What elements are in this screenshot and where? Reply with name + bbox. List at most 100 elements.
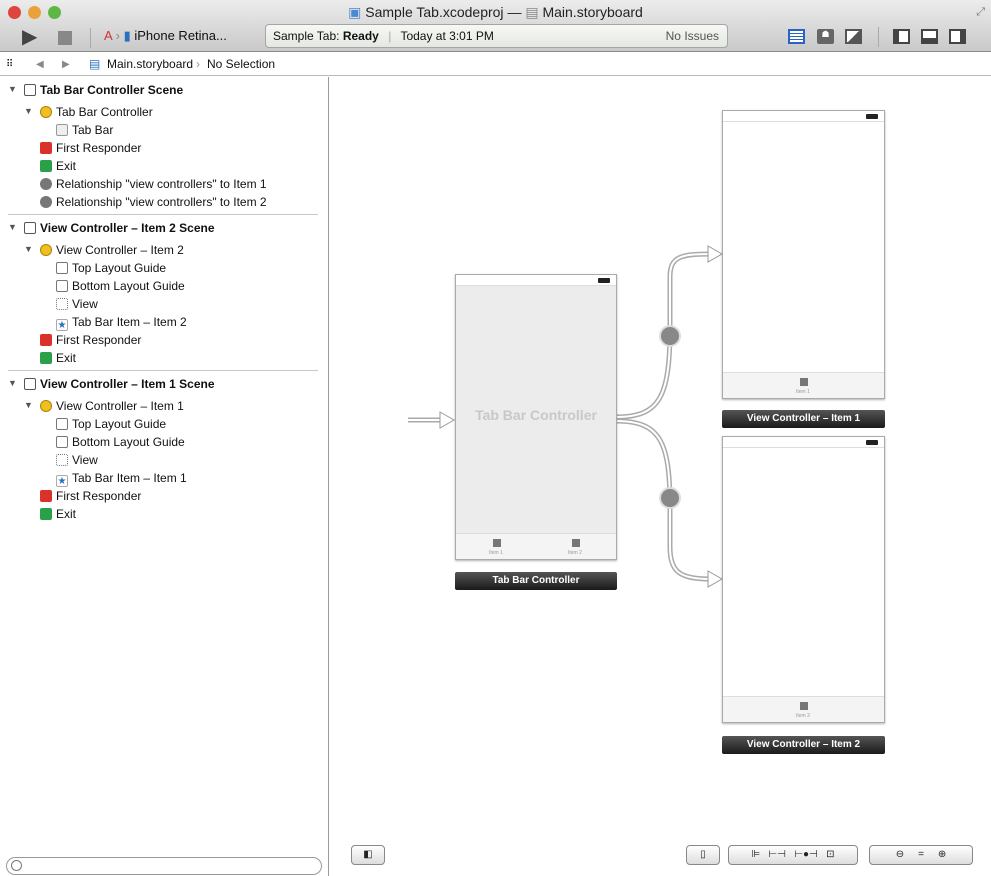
tab-item-label: Item 1 (796, 389, 810, 395)
scene-title: Tab Bar Controller (475, 407, 597, 423)
outline-item-label: Relationship "view controllers" to Item … (56, 177, 267, 191)
segue-connections (408, 245, 724, 588)
outline-item-view[interactable]: View (56, 295, 98, 313)
outline-item-view[interactable]: View (56, 451, 98, 469)
outline-item-responder[interactable]: First Responder (40, 487, 141, 505)
zoom-out-icon[interactable]: ⊖ (896, 849, 904, 860)
navigator-toggle-icon[interactable] (893, 29, 910, 44)
outline-item-controller[interactable]: View Controller – Item 2 (40, 241, 184, 259)
disclosure-triangle[interactable]: ▼ (8, 222, 17, 232)
scene-label-item1[interactable]: View Controller – Item 1 (722, 410, 885, 428)
view-controller-item2-scene[interactable]: Item 2 (722, 436, 885, 723)
issues-label[interactable]: No Issues (666, 25, 719, 47)
resolve-icon[interactable]: ⊢●⊣ (794, 849, 817, 860)
outline-toggle-button[interactable]: ◧ (351, 845, 385, 865)
outline-item-scene[interactable]: View Controller – Item 2 Scene (24, 219, 215, 237)
outline-item-scene[interactable]: Tab Bar Controller Scene (24, 81, 183, 99)
view-controller-item1-scene[interactable]: Item 1 (722, 110, 885, 399)
pin-icon[interactable]: ⊢⊣ (769, 849, 786, 860)
align-icon[interactable]: ⊫ (751, 849, 760, 860)
outline-item-scene[interactable]: View Controller – Item 1 Scene (24, 375, 215, 393)
jump-bar: ⠿ ◀ ▶ ▤ Main.storyboard › No Selection (0, 53, 991, 76)
outline-item-tabitem[interactable]: ★ Tab Bar Item – Item 1 (56, 469, 187, 487)
resize-icon[interactable]: ⊡ (826, 849, 834, 860)
zoom-controls[interactable]: ⊖ = ⊕ (869, 845, 973, 865)
guide-icon (56, 262, 68, 274)
disclosure-triangle[interactable]: ▼ (24, 400, 33, 410)
battery-icon (866, 114, 878, 119)
fullscreen-icon[interactable]: ⤢ (976, 6, 985, 19)
responder-icon (40, 334, 52, 346)
chevron-right-icon: › (196, 57, 200, 71)
exit-icon (40, 352, 52, 364)
outline-item-exit[interactable]: Exit (40, 157, 76, 175)
zoom-in-icon[interactable]: ⊕ (938, 849, 946, 860)
tab-item-icon (572, 539, 580, 547)
status-state: Ready (342, 29, 379, 43)
app-scheme-icon: A (104, 28, 112, 43)
outline-item-label: Exit (56, 351, 77, 365)
tabitem-icon: ★ (56, 319, 68, 331)
disclosure-triangle[interactable]: ▼ (8, 378, 17, 388)
controller-icon (40, 244, 52, 256)
guide-icon (56, 418, 68, 430)
stop-button[interactable] (58, 31, 72, 45)
scene-label-item2[interactable]: View Controller – Item 2 (722, 736, 885, 754)
outline-item-guide[interactable]: Bottom Layout Guide (56, 433, 185, 451)
assistant-editor-icon[interactable]: ☗ (817, 29, 834, 44)
outline-item-guide[interactable]: Top Layout Guide (56, 415, 166, 433)
outline-item-tabbar[interactable]: Tab Bar (56, 121, 113, 139)
window-toolbar: ▣ Sample Tab.xcodeproj — ▤ Main.storyboa… (0, 0, 991, 52)
window-title: ▣ Sample Tab.xcodeproj — ▤ Main.storyboa… (0, 4, 991, 21)
utilities-toggle-icon[interactable] (949, 29, 966, 44)
back-button[interactable]: ◀ (36, 53, 44, 76)
disclosure-triangle[interactable]: ▼ (24, 106, 33, 116)
run-button[interactable]: ▶ (22, 24, 37, 49)
battery-icon (866, 440, 878, 445)
outline-item-exit[interactable]: Exit (40, 505, 76, 523)
jumpbar-file[interactable]: Main.storyboard (107, 53, 193, 76)
zoom-actual-icon[interactable]: = (918, 849, 924, 860)
tab-bar: Item 2 (723, 696, 884, 722)
outline-item-responder[interactable]: First Responder (40, 331, 141, 349)
tab-item-icon (493, 539, 501, 547)
form-factor-button[interactable]: ▯ (686, 845, 720, 865)
outline-item-controller[interactable]: Tab Bar Controller (40, 103, 153, 121)
outline-item-tabitem[interactable]: ★ Tab Bar Item – Item 2 (56, 313, 187, 331)
scene-icon (24, 84, 36, 96)
filter-field[interactable] (6, 857, 322, 875)
relationship-icon (40, 178, 52, 190)
tab-bar-controller-scene[interactable]: Tab Bar Controller Item 1 Item 2 (455, 274, 617, 560)
layout-controls[interactable]: ⊫ ⊢⊣ ⊢●⊣ ⊡ (728, 845, 858, 865)
tab-bar: Item 1 (723, 372, 884, 398)
related-items-icon[interactable]: ⠿ (6, 53, 13, 76)
scene-label-tab-bar-controller[interactable]: Tab Bar Controller (455, 572, 617, 590)
forward-button[interactable]: ▶ (62, 53, 70, 76)
storyboard-canvas[interactable]: Tab Bar Controller Item 1 Item 2 Tab Bar… (330, 77, 991, 876)
controller-icon (40, 400, 52, 412)
responder-icon (40, 142, 52, 154)
outline-item-guide[interactable]: Bottom Layout Guide (56, 277, 185, 295)
outline-item-label: Bottom Layout Guide (72, 279, 185, 293)
divider (878, 27, 879, 47)
relationship-icon (40, 196, 52, 208)
outline-item-controller[interactable]: View Controller – Item 1 (40, 397, 184, 415)
outline-item-label: First Responder (56, 333, 142, 347)
status-bar (723, 111, 884, 122)
outline-item-exit[interactable]: Exit (40, 349, 76, 367)
outline-item-responder[interactable]: First Responder (40, 139, 141, 157)
outline-item-label: Top Layout Guide (72, 417, 167, 431)
guide-icon (56, 280, 68, 292)
jumpbar-selection[interactable]: No Selection (207, 53, 275, 76)
standard-editor-icon[interactable] (788, 29, 805, 44)
disclosure-triangle[interactable]: ▼ (8, 84, 17, 94)
outline-item-label: Exit (56, 507, 77, 521)
disclosure-triangle[interactable]: ▼ (24, 244, 33, 254)
version-editor-icon[interactable] (845, 29, 862, 44)
outline-item-relationship[interactable]: Relationship "view controllers" to Item … (40, 193, 267, 211)
scheme-selector[interactable]: A › ▮ iPhone Retina... (104, 28, 227, 44)
outline-item-guide[interactable]: Top Layout Guide (56, 259, 166, 277)
outline-item-relationship[interactable]: Relationship "view controllers" to Item … (40, 175, 267, 193)
debug-toggle-icon[interactable] (921, 29, 938, 44)
outline-item-label: Top Layout Guide (72, 261, 167, 275)
